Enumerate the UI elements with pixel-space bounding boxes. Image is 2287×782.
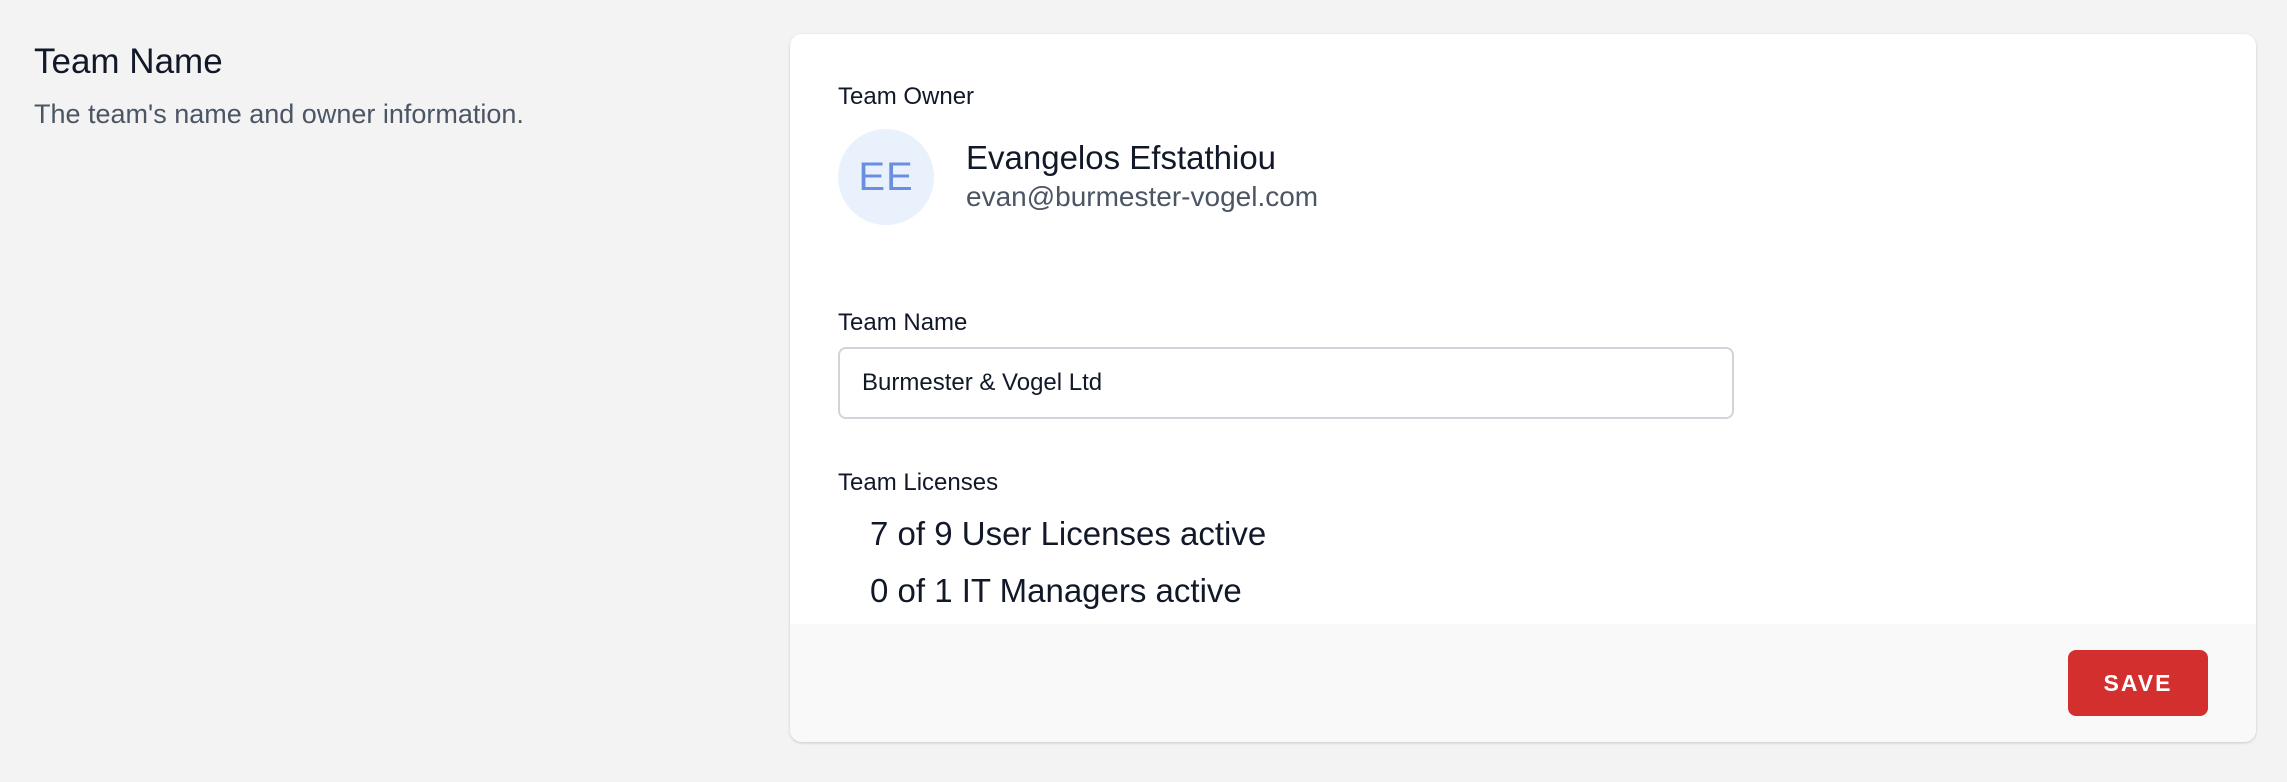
owner-info: Evangelos Efstathiou evan@burmester-voge… [966, 138, 1318, 216]
team-licenses-label: Team Licenses [838, 469, 999, 496]
it-managers-status: 0 of 1 IT Managers active [870, 572, 1242, 609]
owner-row: EE Evangelos Efstathiou evan@burmester-v… [838, 129, 1318, 225]
save-button[interactable]: SAVE [2068, 650, 2208, 716]
section-title: Team Name [34, 42, 223, 81]
card-body: Team Owner EE Evangelos Efstathiou evan@… [790, 34, 2256, 624]
section-intro: Team Name The team's name and owner info… [34, 38, 734, 132]
owner-email: evan@burmester-vogel.com [966, 181, 1319, 212]
avatar: EE [838, 129, 934, 225]
team-owner-label: Team Owner [838, 83, 975, 110]
page: Team Name The team's name and owner info… [0, 0, 2287, 782]
team-settings-card: Team Owner EE Evangelos Efstathiou evan@… [790, 34, 2256, 742]
card-footer: SAVE [790, 624, 2256, 742]
team-name-input[interactable] [838, 347, 1734, 419]
section-description: The team's name and owner information. [34, 99, 524, 129]
owner-name: Evangelos Efstathiou [966, 139, 1277, 176]
user-licenses-status: 7 of 9 User Licenses active [870, 515, 1267, 552]
team-name-label: Team Name [838, 309, 968, 336]
